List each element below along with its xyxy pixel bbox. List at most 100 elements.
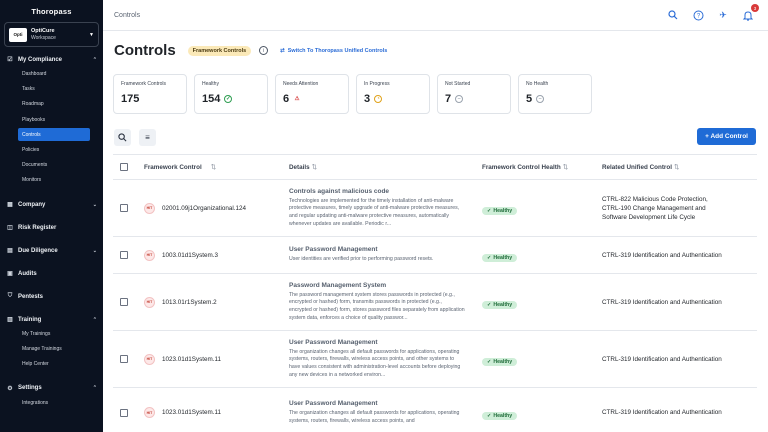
nav-settings[interactable]: ⚙ Settings ⌃	[0, 382, 103, 395]
rocket-icon[interactable]: ✈	[717, 9, 729, 21]
add-control-button[interactable]: + Add Control	[697, 128, 756, 145]
unified-control-line: CTRL-319 Identification and Authenticati…	[602, 251, 722, 259]
control-description: Technologies are implemented for the tim…	[289, 197, 460, 227]
sort-icon: ⇅	[562, 163, 569, 171]
audit-icon: ▣	[7, 271, 13, 278]
workspace-subtitle: Workspace	[31, 34, 56, 41]
nav-due-diligence[interactable]: ▤ Due Diligence ⌄	[0, 244, 103, 257]
page-title: Controls	[114, 42, 176, 59]
workspace-avatar: Opti	[9, 27, 27, 42]
table-row[interactable]: HIT 1023.01d1System.11 User Password Mana…	[113, 331, 757, 388]
control-title: Controls against malicious code	[289, 187, 390, 195]
row-checkbox[interactable]	[120, 298, 128, 306]
card-value: 5	[526, 93, 533, 105]
search-icon	[118, 133, 127, 142]
check-circle-icon: ✓	[487, 359, 492, 365]
column-header-unified-control[interactable]: Related Unified Control ⇅	[592, 163, 757, 172]
row-checkbox[interactable]	[120, 251, 128, 259]
sidebar-item-policies[interactable]: Policies	[0, 142, 103, 157]
table-row[interactable]: HIT 1003.01d1System.3 User Password Manag…	[113, 237, 757, 274]
risk-icon: ◫	[7, 225, 13, 232]
unified-control-line: CTRL-319 Identification and Authenticati…	[602, 355, 722, 363]
card-label: Needs Attention	[283, 81, 319, 87]
nav-risk-register[interactable]: ◫ Risk Register	[0, 221, 103, 234]
stat-card-not-started[interactable]: Not Started 7–	[437, 74, 511, 114]
svg-text:?: ?	[696, 13, 700, 19]
header-label: Details	[289, 163, 310, 171]
search-icon[interactable]	[667, 9, 679, 21]
sidebar-item-dashboard[interactable]: Dashboard	[0, 66, 103, 81]
info-icon[interactable]: i	[259, 46, 269, 55]
nav-pentests[interactable]: ⛉ Pentests	[0, 290, 103, 303]
related-unified-control[interactable]: CTRL-319 Identification and Authenticati…	[592, 298, 757, 307]
related-unified-control[interactable]: CTRL-319 Identification and Authenticati…	[592, 251, 757, 260]
control-title: Password Management System	[289, 281, 387, 289]
chevron-down-icon: ⌄	[92, 247, 97, 254]
sidebar-item-manage-trainings[interactable]: Manage Trainings	[0, 341, 103, 356]
stat-card-healthy[interactable]: Healthy 154 ✓	[194, 74, 268, 114]
control-title: User Password Management	[289, 338, 378, 346]
column-header-health[interactable]: Framework Control Health ⇅	[472, 164, 592, 171]
card-value: 6	[283, 93, 290, 105]
row-checkbox[interactable]	[120, 408, 128, 417]
sidebar-item-documents[interactable]: Documents	[0, 157, 103, 172]
related-unified-control[interactable]: CTRL-319 Identification and Authenticati…	[592, 408, 757, 417]
column-header-framework-control[interactable]: Framework Control ⇅	[135, 164, 279, 171]
control-title: User Password Management	[289, 246, 378, 254]
sidebar-item-playbooks[interactable]: Playbooks	[0, 112, 103, 127]
chevron-down-icon: ⌄	[92, 201, 97, 208]
table-row[interactable]: HIT 1013.01r1System.2 Password Management…	[113, 274, 757, 331]
sidebar-item-integrations[interactable]: Integrations	[0, 395, 103, 410]
sidebar-item-tasks[interactable]: Tasks	[0, 81, 103, 96]
card-value: 175	[121, 93, 140, 105]
table-row[interactable]: HIT 1023.01d1System.11 User Password Mana…	[113, 388, 757, 432]
sidebar: Thoropass Opti OptiCure Workspace ▼ ☑ My…	[0, 0, 103, 432]
workspace-switcher[interactable]: Opti OptiCure Workspace ▼	[4, 22, 99, 47]
notification-badge: 3	[751, 4, 759, 12]
nav-training[interactable]: ▥ Training ⌃	[0, 313, 103, 326]
unified-control-line: CTRL-319 Identification and Authenticati…	[602, 298, 722, 306]
nav-settings-label: Settings	[18, 385, 42, 392]
sidebar-item-roadmap[interactable]: Roadmap	[0, 97, 103, 112]
card-label: In Progress	[364, 81, 390, 87]
row-checkbox[interactable]	[120, 355, 128, 363]
select-all-checkbox[interactable]	[120, 163, 128, 171]
status-badge: ✓ Healthy	[482, 301, 518, 309]
control-description: User identities are verified prior to pe…	[289, 256, 434, 263]
sidebar-item-monitors[interactable]: Monitors	[0, 173, 103, 188]
check-circle-icon: ✓	[487, 302, 492, 308]
nav-my-compliance[interactable]: ☑ My Compliance ⌃	[0, 53, 103, 66]
row-checkbox[interactable]	[120, 204, 128, 212]
caret-down-icon: ▼	[89, 31, 94, 38]
chevron-up-icon: ⌃	[92, 385, 97, 392]
related-unified-control[interactable]: CTRL-319 Identification and Authenticati…	[592, 355, 757, 364]
stat-card-needs-attention[interactable]: Needs Attention 6 ⚠	[275, 74, 349, 114]
column-header-details[interactable]: Details ⇅	[279, 164, 472, 171]
swap-icon: ⇄	[280, 47, 285, 54]
nav-company[interactable]: ▦ Company ⌄	[0, 198, 103, 211]
control-description: The password management system stores pa…	[289, 291, 465, 321]
help-icon[interactable]: ?	[692, 9, 704, 21]
related-unified-control[interactable]: CTRL-822 Malicious Code Protection, CTRL-…	[592, 195, 757, 222]
chevron-up-icon: ⌃	[92, 316, 97, 323]
sort-icon: ⇅	[311, 163, 317, 171]
nav-audits[interactable]: ▣ Audits	[0, 267, 103, 280]
filter-button[interactable]: ≡	[139, 129, 156, 146]
sidebar-item-help-center[interactable]: Help Center	[0, 357, 103, 372]
table-row[interactable]: HIT 02001.09j1Organizational.124 Controls…	[113, 180, 757, 237]
sidebar-item-my-trainings[interactable]: My Trainings	[0, 326, 103, 341]
stat-card-in-progress[interactable]: In Progress 3 ◔	[356, 74, 430, 114]
book-icon: ▥	[7, 317, 13, 324]
sidebar-item-controls[interactable]: Controls	[18, 128, 90, 142]
shield-icon: ⛉	[7, 293, 13, 300]
card-value: 154	[202, 93, 221, 105]
stat-card-framework-controls[interactable]: Framework Controls 175	[113, 74, 187, 114]
status-badge: ✓ Healthy	[482, 358, 518, 366]
stat-card-no-health[interactable]: No Health 5–	[518, 74, 592, 114]
header-label: Related Unified Control	[602, 163, 672, 171]
warning-icon: ⚠	[294, 96, 300, 102]
switch-unified-controls-link[interactable]: ⇄ Switch To Thoropass Unified Controls	[280, 48, 387, 54]
bell-icon[interactable]: 3	[742, 4, 759, 21]
search-button[interactable]	[114, 129, 131, 146]
minus-circle-icon: –	[455, 95, 464, 103]
